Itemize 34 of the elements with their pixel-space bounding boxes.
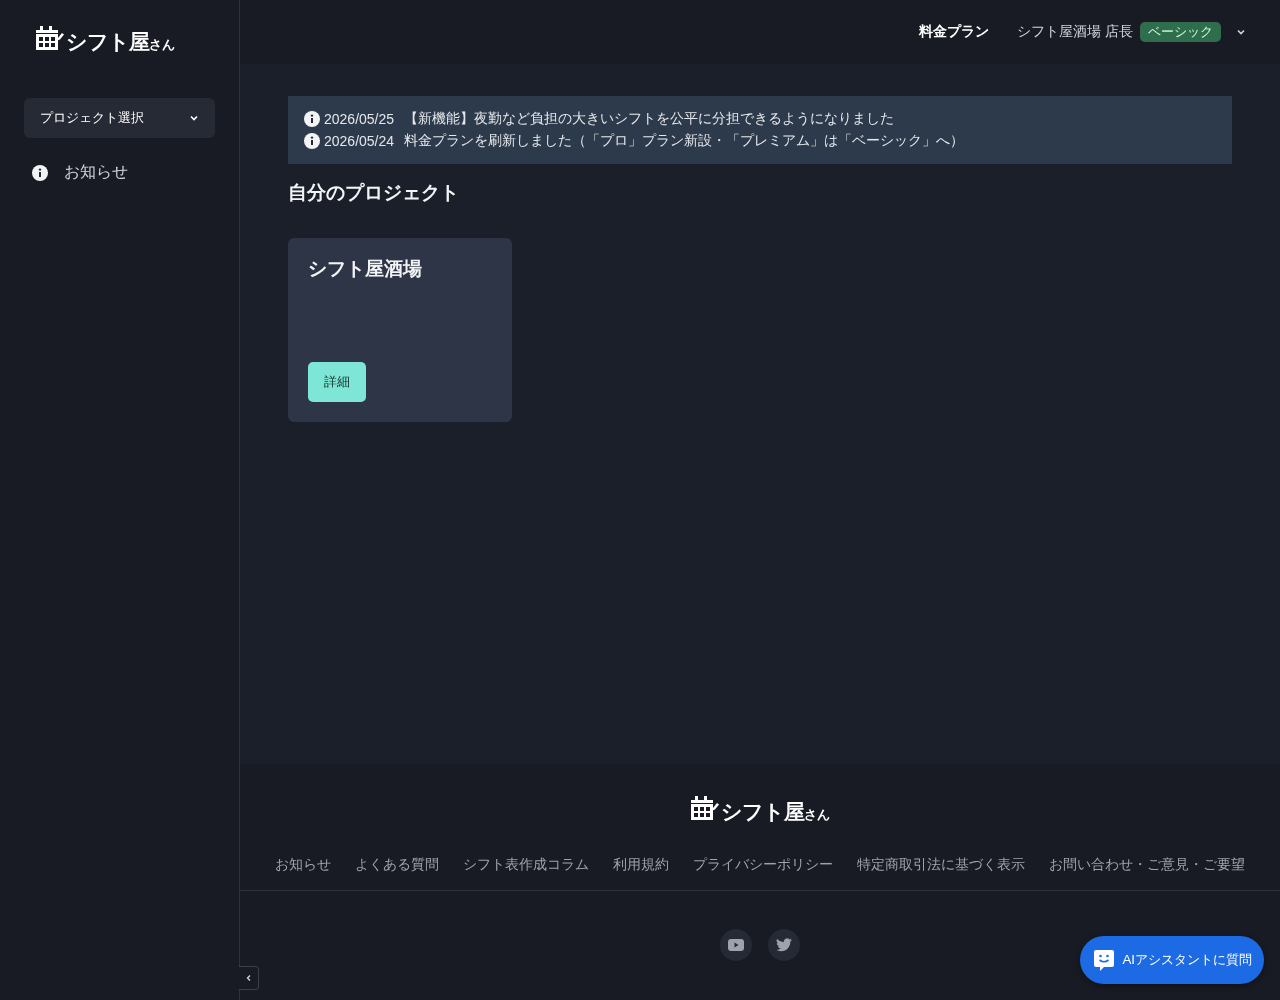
section-title: 自分のプロジェクト — [288, 181, 460, 205]
logo[interactable]: シフト屋さん — [36, 26, 175, 52]
ai-assistant-button[interactable]: AIアシスタントに質問 — [1080, 936, 1264, 984]
chevron-down-icon — [1236, 27, 1246, 37]
smiley-chat-icon — [1092, 948, 1117, 972]
calendar-icon — [690, 796, 719, 822]
details-button[interactable]: 詳細 — [308, 362, 366, 402]
video-play-icon[interactable] — [720, 929, 752, 961]
footer-link[interactable]: よくある質問 — [355, 856, 439, 874]
notice-date: 2026/05/24 — [324, 133, 395, 149]
footer-link[interactable]: 特定商取引法に基づく表示 — [857, 856, 1025, 874]
notice-date: 2026/05/25 — [324, 111, 395, 127]
logo[interactable]: シフト屋さん — [690, 796, 830, 822]
user-menu[interactable]: シフト屋酒場 店長 ベーシック — [1017, 22, 1246, 42]
info-icon — [304, 111, 320, 127]
plan-badge: ベーシック — [1140, 22, 1221, 42]
project-name: シフト屋酒場 — [308, 257, 423, 281]
chevron-down-icon — [189, 113, 199, 123]
footer-link[interactable]: 利用規約 — [613, 856, 669, 874]
notice-link[interactable]: 【新機能】夜勤など負担の大きいシフトを公平に分担できるようになりました — [404, 110, 895, 128]
calendar-icon — [36, 26, 64, 52]
project-select-dropdown[interactable]: プロジェクト選択 — [24, 98, 215, 138]
info-icon — [304, 133, 320, 149]
info-icon — [32, 164, 48, 181]
notice-link[interactable]: 料金プランを刷新しました（「プロ」プラン新設・「プレミアム」は「ベーシック」へ） — [404, 132, 965, 150]
collapse-sidebar-button[interactable] — [239, 966, 259, 990]
footer-link[interactable]: シフト表作成コラム — [463, 856, 589, 874]
bird-icon[interactable] — [768, 929, 800, 961]
footer-link[interactable]: お知らせ — [275, 856, 331, 874]
sidebar-item[interactable]: お知らせ — [32, 162, 239, 183]
footer-link[interactable]: お問い合わせ・ご意見・ご要望 — [1049, 856, 1245, 874]
chevron-left-icon — [244, 974, 253, 982]
footer-link[interactable]: プライバシーポリシー — [693, 856, 833, 874]
pricing-link[interactable]: 料金プラン — [919, 23, 990, 41]
